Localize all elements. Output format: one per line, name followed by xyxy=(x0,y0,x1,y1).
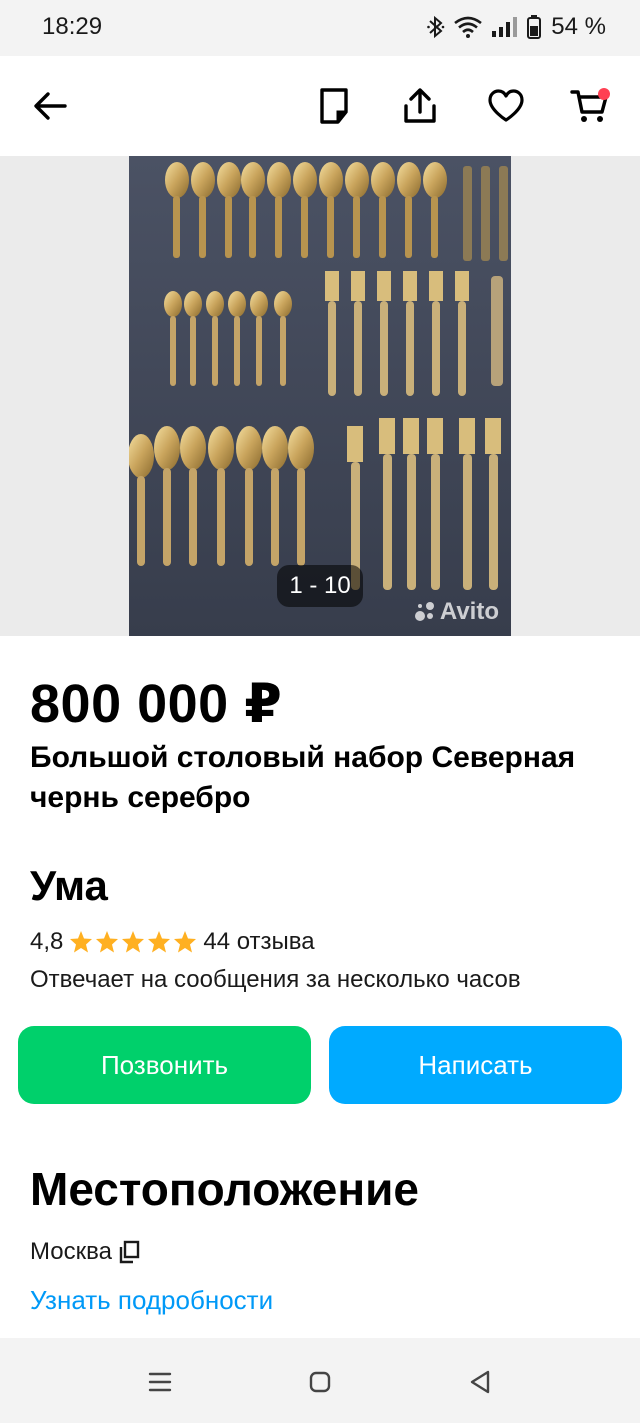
watermark-text: Avito xyxy=(439,598,499,625)
back-icon[interactable] xyxy=(462,1364,498,1400)
star-icon xyxy=(148,931,171,953)
top-toolbar xyxy=(0,56,640,156)
back-arrow-icon[interactable] xyxy=(28,84,72,128)
product-photo[interactable]: Avito xyxy=(129,156,511,636)
status-time: 18:29 xyxy=(42,13,103,40)
heart-icon[interactable] xyxy=(484,84,528,128)
battery-icon xyxy=(527,15,542,39)
seller-rating[interactable]: 4,8 44 отзыва xyxy=(30,928,315,956)
location-details-link[interactable]: Узнать подробности xyxy=(30,1285,273,1316)
price: 800 000 ₽ xyxy=(30,674,283,734)
star-icon xyxy=(70,931,93,953)
seller-name[interactable]: Ума xyxy=(30,862,108,910)
location-city: Москва xyxy=(30,1238,112,1265)
write-button[interactable]: Написать xyxy=(329,1026,622,1104)
rating-stars xyxy=(69,930,197,954)
rating-value: 4,8 xyxy=(30,928,64,955)
status-bar: 18:29 54 % xyxy=(0,0,640,56)
bluetooth-icon xyxy=(427,15,445,39)
battery-percent: 54 % xyxy=(551,13,606,40)
response-time: Отвечает на сообщения за несколько часов xyxy=(30,966,521,993)
star-icon xyxy=(96,931,119,953)
copy-icon[interactable] xyxy=(118,1240,140,1264)
cart-icon[interactable] xyxy=(568,84,612,128)
cutlery-image xyxy=(129,156,511,636)
wifi-icon xyxy=(453,15,483,39)
star-icon xyxy=(122,931,145,953)
star-icon xyxy=(174,931,197,953)
photo-gallery[interactable]: Avito 1 - 10 xyxy=(0,156,640,636)
call-button[interactable]: Позвонить xyxy=(18,1026,311,1104)
home-icon[interactable] xyxy=(302,1364,338,1400)
avito-watermark: Avito xyxy=(414,598,499,626)
system-nav-bar xyxy=(0,1338,640,1423)
photo-counter: 1 - 10 xyxy=(277,565,363,607)
share-icon[interactable] xyxy=(398,84,442,128)
location-heading: Местоположение xyxy=(30,1163,419,1215)
avito-logo-icon xyxy=(414,602,434,621)
location-city-row: Москва xyxy=(30,1238,140,1266)
reviews-count: 44 отзыва xyxy=(203,928,315,955)
recents-icon[interactable] xyxy=(142,1364,178,1400)
status-icons: 54 % xyxy=(427,12,606,42)
signal-icon xyxy=(491,15,519,39)
listing-title: Большой столовый набор Северная чернь се… xyxy=(30,741,576,814)
note-icon[interactable] xyxy=(312,84,356,128)
cart-badge xyxy=(598,88,610,100)
